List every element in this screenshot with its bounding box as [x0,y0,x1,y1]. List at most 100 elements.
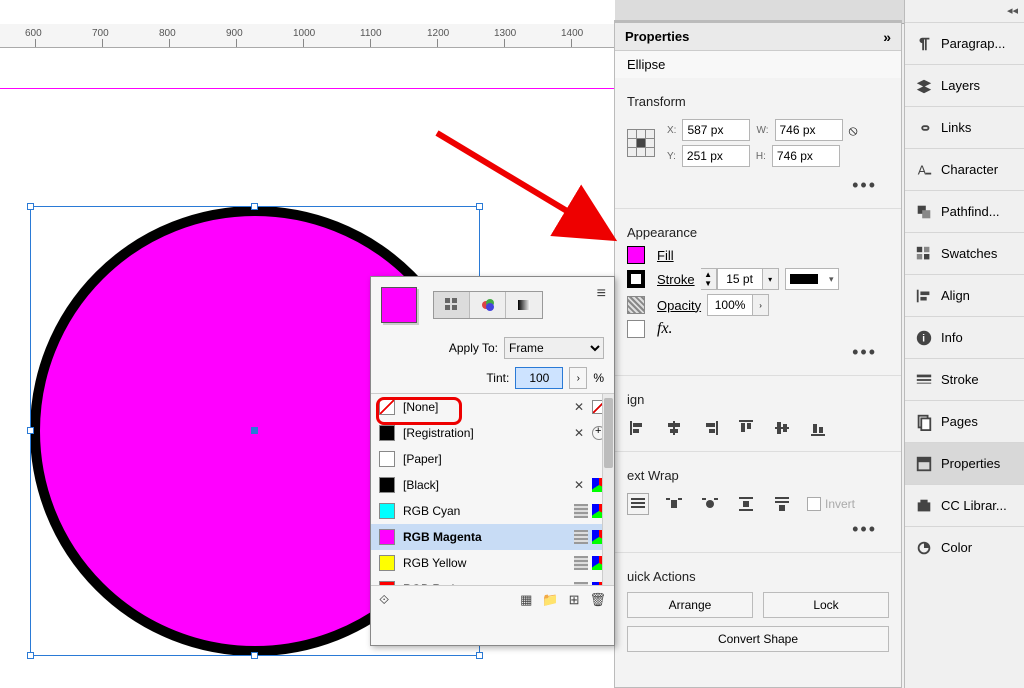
fill-label[interactable]: Fill [657,248,674,263]
right-panel-dock: ◂◂ Paragrap... Layers LinksACharacter Pathf… [904,0,1024,688]
panel-tab-swatches[interactable]: Swatches [905,232,1024,274]
swatch-gradient-mode-icon[interactable] [506,292,542,318]
cclib-icon [915,497,933,515]
h-input[interactable] [772,145,840,167]
opacity-input[interactable]: › [707,294,769,316]
swatch-item[interactable]: RGB Red [371,576,614,585]
ruler-label: 600 [25,28,42,39]
align-top-icon[interactable] [735,417,757,439]
y-input[interactable] [682,145,750,167]
selection-handle[interactable] [27,203,34,210]
swatch-grid-view-icon[interactable]: ▦ [520,592,532,608]
tint-unit: % [593,371,604,385]
x-input[interactable] [682,119,750,141]
panel-tab-properties[interactable]: Properties [905,442,1024,484]
new-folder-icon[interactable]: 📁 [542,592,558,608]
ruler-label: 1300 [494,28,516,39]
selection-handle[interactable] [251,652,258,659]
wrap-bounding-icon[interactable] [663,493,685,515]
swatch-item[interactable]: RGB Cyan [371,498,614,524]
panel-tab-info[interactable]: iInfo [905,316,1024,358]
wrap-shape-icon[interactable] [699,493,721,515]
panel-tab-layers[interactable]: Layers [905,64,1024,106]
arrange-button[interactable]: Arrange [627,592,753,618]
stroke-icon [915,371,933,389]
collapse-dock-icon[interactable]: ◂◂ [1007,4,1018,17]
panel-tab-links[interactable]: Links [905,106,1024,148]
panel-tab-paragraph[interactable]: Paragrap... [905,22,1024,64]
current-fill-swatch[interactable] [381,287,417,323]
more-options-icon[interactable]: ••• [627,175,889,200]
panel-tab-label: Layers [941,78,980,93]
panel-tab-character[interactable]: ACharacter [905,148,1024,190]
selection-handle[interactable] [251,203,258,210]
swatch-view-mode[interactable] [433,291,543,319]
fill-swatch[interactable] [627,246,645,264]
stroke-style-dropdown[interactable]: ▾ [785,268,839,290]
swatch-scrollbar[interactable] [602,394,614,585]
selection-handle[interactable] [476,652,483,659]
properties-icon [915,455,933,473]
fill-row[interactable]: Fill [627,246,889,264]
align-left-icon[interactable] [627,417,649,439]
align-hcenter-icon[interactable] [663,417,685,439]
delete-swatch-icon[interactable]: 🗑 [589,592,606,608]
wrap-none-icon[interactable] [627,493,649,515]
swatch-color-mode-icon[interactable] [470,292,506,318]
swatch-item[interactable]: RGB Yellow [371,550,614,576]
constrain-link-icon[interactable]: ⦸ [849,122,858,139]
lock-button[interactable]: Lock [763,592,889,618]
panel-tab-align[interactable]: Align [905,274,1024,316]
w-input[interactable] [775,119,843,141]
wrap-jump-next-icon[interactable] [771,493,793,515]
swatch-item[interactable]: RGB Magenta [371,524,614,550]
apply-to-dropdown[interactable]: Frame [504,337,604,359]
fx-row[interactable]: fx. [627,320,889,338]
invert-label: Invert [825,497,855,511]
stroke-weight-input[interactable]: ▲▼ ▾ [701,268,779,290]
opacity-label[interactable]: Opacity [657,298,701,313]
align-bottom-icon[interactable] [807,417,829,439]
panel-tab-label: CC Librar... [941,498,1007,513]
panel-menu-icon[interactable]: ≡ [597,285,606,303]
wrap-jump-icon[interactable] [735,493,757,515]
new-swatch-from-icon[interactable]: ⟐ [379,592,389,608]
convert-shape-button[interactable]: Convert Shape [627,626,889,652]
panel-tab-cclib[interactable]: CC Librar... [905,484,1024,526]
invert-row[interactable]: Invert [807,493,855,515]
panel-tab-color[interactable]: Color [905,526,1024,568]
stroke-label[interactable]: Stroke [657,272,695,287]
properties-tab[interactable]: Properties » [615,23,901,51]
swatch-chip [379,477,395,493]
panel-tab-pathfinder[interactable]: Pathfind... [905,190,1024,232]
horizontal-guide[interactable] [0,88,615,89]
selection-handle[interactable] [27,652,34,659]
panel-tab-label: Character [941,162,998,177]
swatch-name: [Black] [403,478,439,492]
swatch-item[interactable]: [Paper] [371,446,614,472]
more-options-icon[interactable]: ••• [627,342,889,367]
panel-tab-pages[interactable]: Pages [905,400,1024,442]
tint-slider-icon[interactable]: › [569,367,587,389]
fx-label[interactable]: fx. [657,320,673,338]
align-right-icon[interactable] [699,417,721,439]
panel-tab-label: Align [941,288,970,303]
tint-input[interactable] [515,367,563,389]
more-options-icon[interactable]: ••• [627,519,889,544]
panel-menu-icon[interactable]: » [883,29,891,45]
panel-tab-stroke[interactable]: Stroke [905,358,1024,400]
panel-tab-label: Pathfind... [941,204,1000,219]
invert-checkbox[interactable] [807,497,821,511]
swatch-item[interactable]: [Black]✕ [371,472,614,498]
selection-handle-center[interactable] [251,427,258,434]
swatch-grid-icon [574,556,588,570]
properties-tab-label: Properties [625,29,689,44]
new-swatch-icon[interactable]: ⊞ [569,592,580,608]
scrollbar-thumb[interactable] [604,398,613,468]
stroke-swatch[interactable] [627,270,645,288]
swatch-grid-mode-icon[interactable] [434,292,470,318]
swatch-grid-icon [574,530,588,544]
align-vcenter-icon[interactable] [771,417,793,439]
swatch-chip [379,503,395,519]
selection-handle[interactable] [27,427,34,434]
